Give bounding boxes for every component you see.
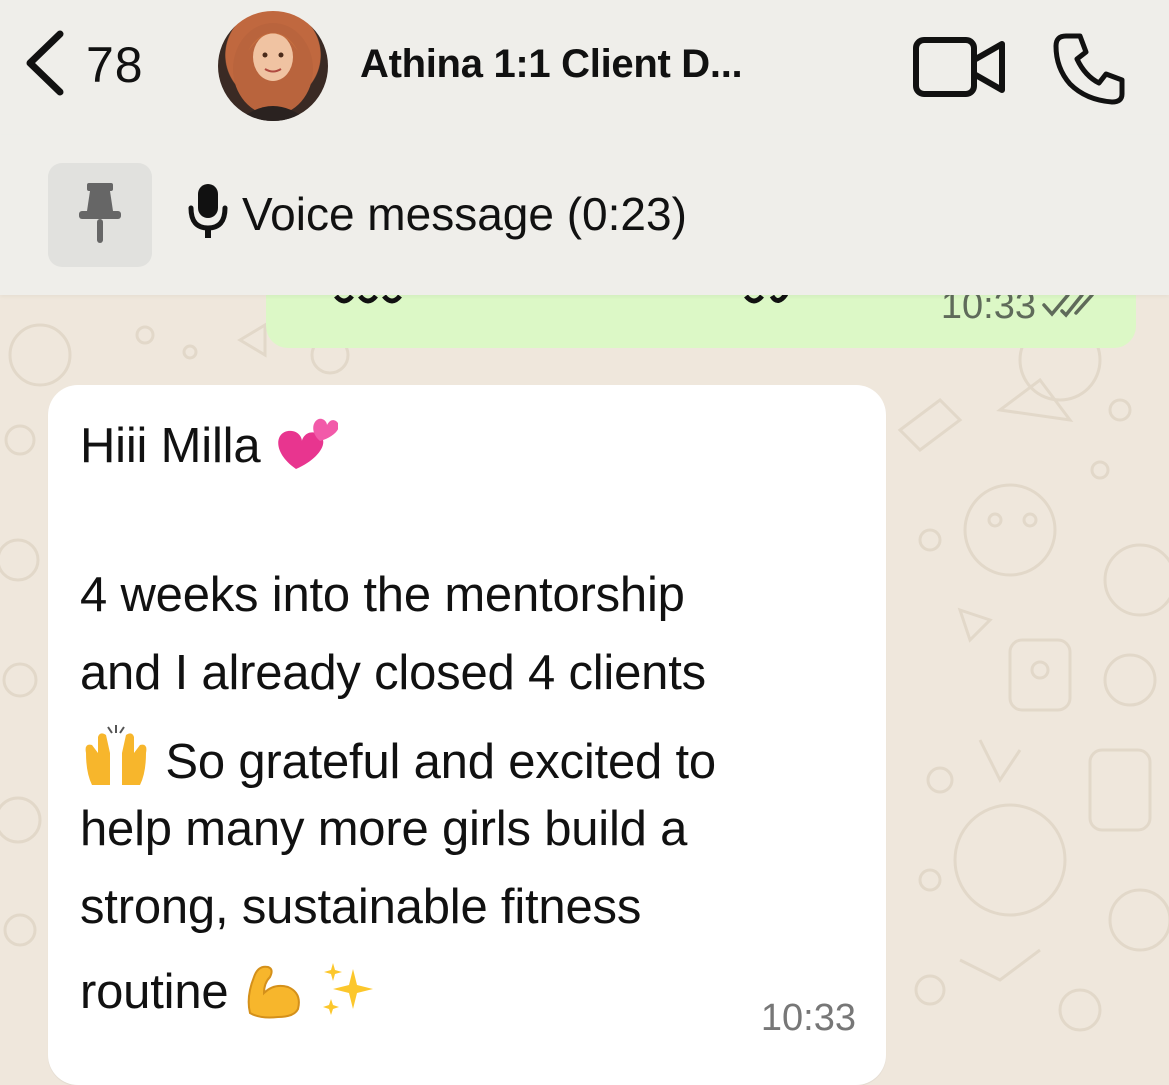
avatar-photo: [233, 23, 313, 121]
message-line: and I already closed 4 clients: [80, 646, 706, 700]
message-timestamp: 10:33: [760, 997, 856, 1039]
unread-count: 78: [86, 37, 144, 93]
two-hearts-emoji: [274, 411, 339, 487]
incoming-message-bubble[interactable]: Hiii Milla 4 weeks into the mentorship a…: [48, 385, 886, 1085]
raised-hands-emoji: [80, 723, 152, 807]
message-line: Hiii Milla: [80, 411, 339, 487]
sparkles-emoji: [319, 959, 379, 1031]
phone-call-button[interactable]: [1050, 28, 1130, 113]
flexed-biceps-emoji: [242, 957, 306, 1033]
message-line: strong, sustainable fitness: [80, 880, 642, 934]
message-line: So grateful and excited to: [80, 723, 716, 807]
message-line: routine: [80, 957, 379, 1033]
phone-call-icon: [1050, 33, 1130, 112]
microphone-icon: [186, 182, 230, 247]
pinned-voice-message[interactable]: Voice message (0:23): [186, 179, 687, 249]
pin-icon: [73, 179, 127, 252]
pinned-message-bar[interactable]: Voice message (0:23): [0, 135, 1169, 295]
back-button[interactable]: 78: [22, 26, 172, 104]
avatar[interactable]: [218, 11, 328, 121]
message-line: help many more girls build a: [80, 802, 688, 856]
pinned-message-text: Voice message (0:23): [242, 188, 687, 240]
video-call-button[interactable]: [910, 32, 1010, 107]
back-chevron-icon: [22, 28, 66, 103]
chat-header: 78 Athina 1:1 Client D...: [0, 0, 1169, 135]
pin-button[interactable]: [48, 163, 152, 267]
chat-title[interactable]: Athina 1:1 Client D...: [360, 42, 743, 87]
message-line: 4 weeks into the mentorship: [80, 568, 685, 622]
video-call-icon: [910, 37, 1010, 106]
